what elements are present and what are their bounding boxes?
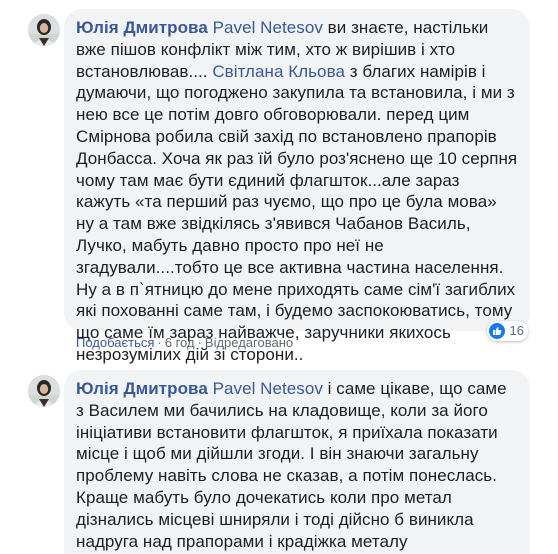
comment-text: Pavel Netesov ви знаєте, настільки вже п… [76, 18, 517, 364]
edited-label[interactable]: Відредаговано [205, 335, 293, 350]
comment-bubble: Юлія Дмитрова Pavel Netesov і саме цікав… [64, 370, 530, 554]
mention-svitlana-klova[interactable]: Світлана Кльова [212, 62, 345, 81]
timestamp[interactable]: 6 год [165, 335, 195, 350]
like-icon [489, 323, 506, 339]
comment-actions: Подобається · 6 год · Відредаговано [76, 335, 294, 350]
comment-author[interactable]: Юлія Дмитрова [76, 18, 208, 37]
comment-text-part: і саме цікаве, що саме з Василем ми бачи… [76, 379, 507, 551]
reaction-count[interactable]: 16 [487, 321, 528, 341]
reaction-count-value: 16 [509, 323, 524, 339]
comment-text-part: з благих намірів і думаючи, що погоджено… [76, 61, 518, 364]
profile-photo-icon [28, 375, 60, 407]
profile-photo-icon [28, 14, 60, 46]
comment-text: Pavel Netesov і саме цікаве, що саме з В… [76, 379, 507, 551]
comment-author[interactable]: Юлія Дмитрова [76, 379, 208, 398]
avatar[interactable] [28, 375, 60, 407]
comment-bubble: Юлія Дмитрова Pavel Netesov ви знаєте, н… [64, 9, 530, 364]
like-link[interactable]: Подобається [76, 335, 154, 350]
mention-pavel-netesov[interactable]: Pavel Netesov [213, 379, 323, 398]
avatar[interactable] [28, 14, 60, 46]
mention-pavel-netesov[interactable]: Pavel Netesov [213, 18, 323, 37]
